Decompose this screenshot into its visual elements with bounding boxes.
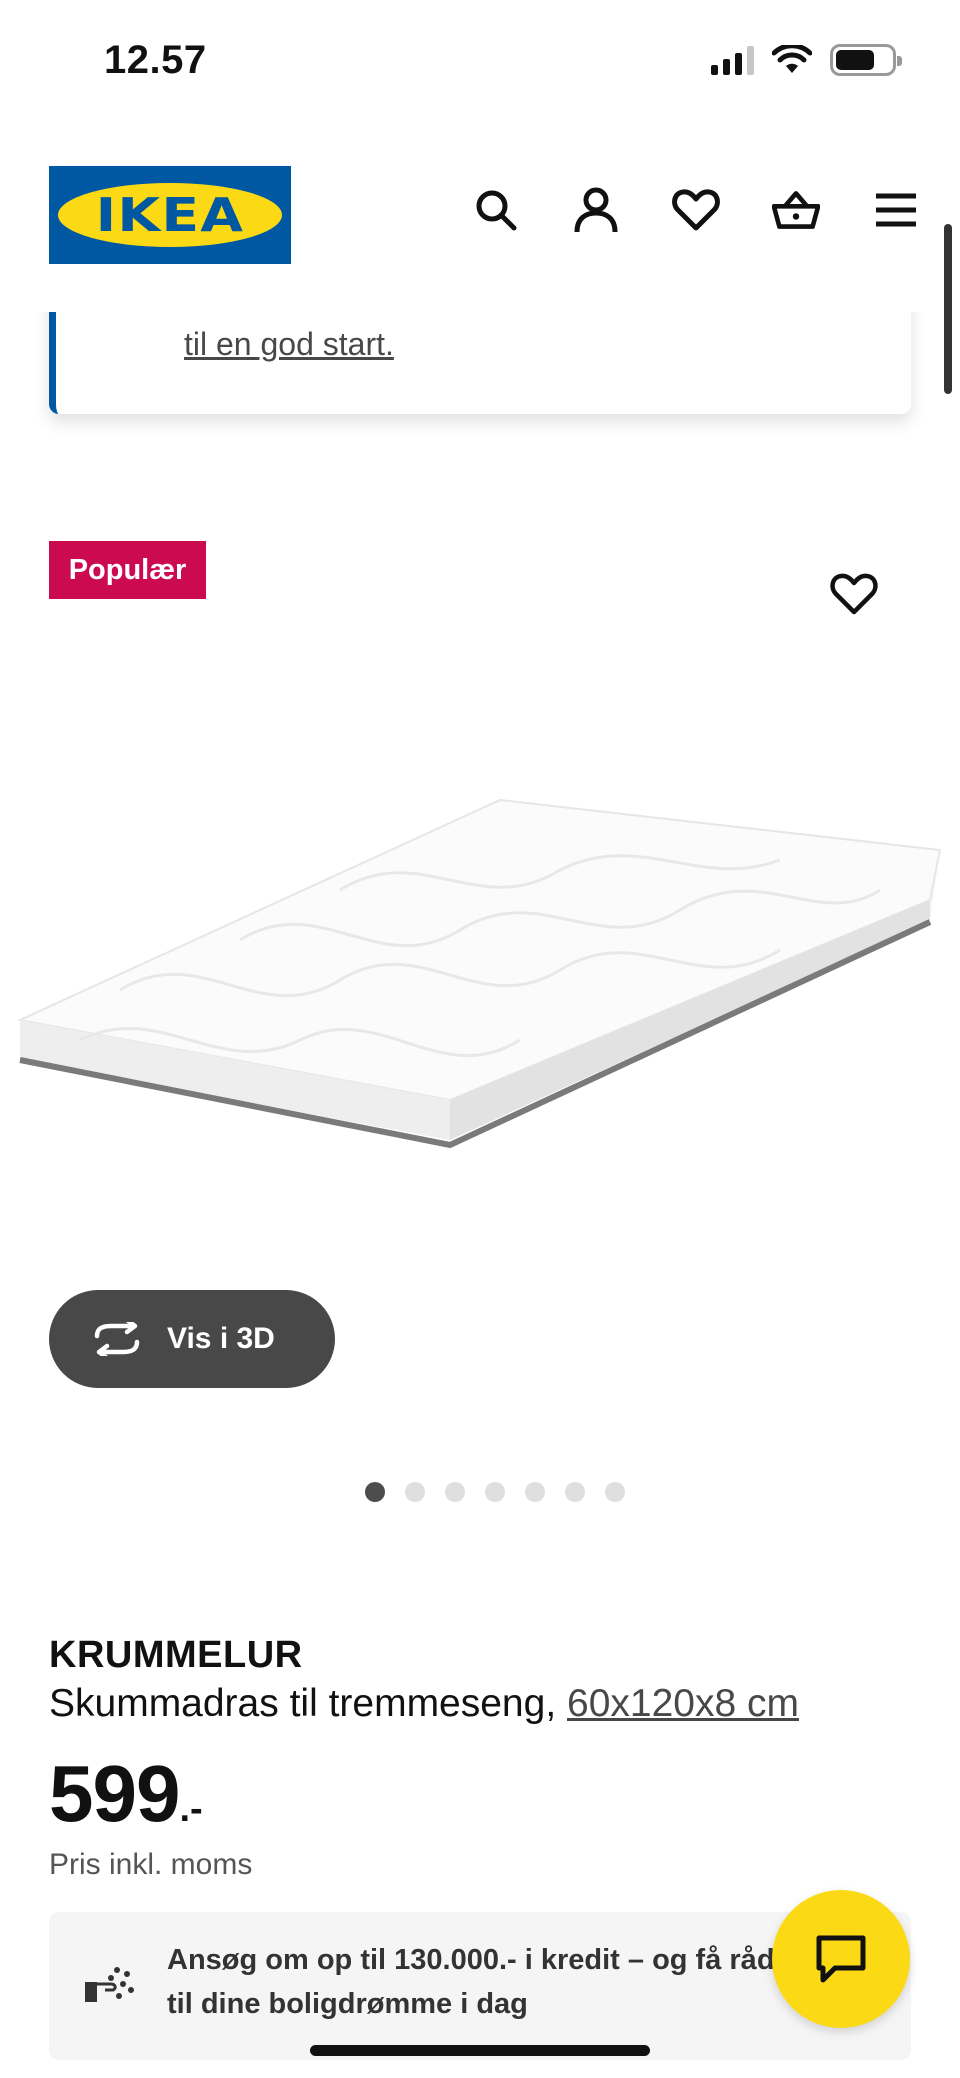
rotate-3d-icon — [94, 1322, 140, 1356]
status-bar: 12.57 — [0, 0, 960, 120]
logo-oval: IKEA — [58, 183, 282, 247]
home-indicator[interactable] — [310, 2045, 650, 2056]
heart-icon — [830, 573, 878, 615]
product-price: 599.- — [49, 1748, 203, 1840]
user-icon[interactable] — [572, 186, 620, 234]
carousel-dot[interactable] — [405, 1482, 425, 1502]
popular-badge: Populær — [49, 541, 206, 599]
basket-icon[interactable] — [772, 186, 820, 234]
scrollbar-thumb[interactable] — [944, 224, 952, 394]
carousel-dot[interactable] — [445, 1482, 465, 1502]
product-size-link[interactable]: 60x120x8 cm — [567, 1682, 799, 1725]
search-icon[interactable] — [472, 186, 520, 234]
menu-icon[interactable] — [872, 186, 920, 234]
product-name: KRUMMELUR — [49, 1634, 303, 1676]
price-integer: 599 — [49, 1749, 180, 1838]
logo-text: IKEA — [95, 188, 245, 242]
status-time: 12.57 — [104, 38, 207, 82]
carousel-dot[interactable] — [365, 1482, 385, 1502]
view-in-3d-label: Vis i 3D — [167, 1322, 275, 1355]
product-image[interactable] — [0, 760, 960, 1160]
wifi-icon — [772, 45, 812, 73]
price-note: Pris inkl. moms — [49, 1848, 253, 1881]
credit-offer-text: Ansøg om op til 130.000.- i kredit – og … — [167, 1944, 775, 2020]
view-in-3d-button[interactable]: Vis i 3D — [49, 1290, 335, 1388]
add-to-favourites-button[interactable] — [826, 566, 882, 622]
carousel-dot[interactable] — [565, 1482, 585, 1502]
carousel-dot[interactable] — [525, 1482, 545, 1502]
ikea-logo[interactable]: IKEA — [49, 166, 291, 264]
image-carousel-dots — [0, 1482, 960, 1502]
price-suffix: .- — [179, 1788, 203, 1830]
product-description: Skummadras til tremmeseng, 60x120x8 cm — [49, 1682, 799, 1726]
carousel-dot[interactable] — [485, 1482, 505, 1502]
carousel-dot[interactable] — [605, 1482, 625, 1502]
header-actions — [472, 186, 920, 234]
battery-icon — [830, 44, 902, 76]
status-icons — [711, 44, 902, 76]
cellular-signal-icon — [711, 45, 754, 75]
credit-icon — [85, 1967, 134, 2002]
chat-button[interactable] — [772, 1890, 910, 2028]
heart-icon[interactable] — [672, 186, 720, 234]
info-banner-link[interactable]: til en god start. — [184, 326, 394, 363]
site-header: IKEA — [0, 120, 960, 312]
product-type: Skummadras til tremmeseng, — [49, 1682, 557, 1725]
chat-icon — [816, 1935, 866, 1983]
